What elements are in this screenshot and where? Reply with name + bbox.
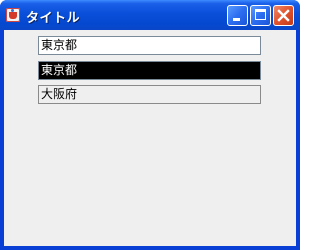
java-cup-icon[interactable] — [6, 8, 20, 22]
maximize-icon — [255, 9, 266, 20]
minimize-icon — [233, 18, 240, 21]
text-field-editable[interactable]: 東京都 — [38, 36, 261, 55]
app-window: タイトル 東京都 東京都 大阪府 — [0, 0, 300, 250]
close-button[interactable] — [273, 5, 294, 26]
text-field-selected[interactable]: 東京都 — [38, 61, 261, 80]
title-bar[interactable]: タイトル — [0, 0, 300, 30]
text-field-disabled: 大阪府 — [38, 85, 261, 104]
close-icon — [277, 9, 290, 22]
window-title: タイトル — [26, 11, 81, 26]
minimize-button[interactable] — [227, 5, 248, 26]
maximize-button[interactable] — [250, 5, 271, 26]
content-pane: 東京都 東京都 大阪府 — [4, 30, 296, 246]
